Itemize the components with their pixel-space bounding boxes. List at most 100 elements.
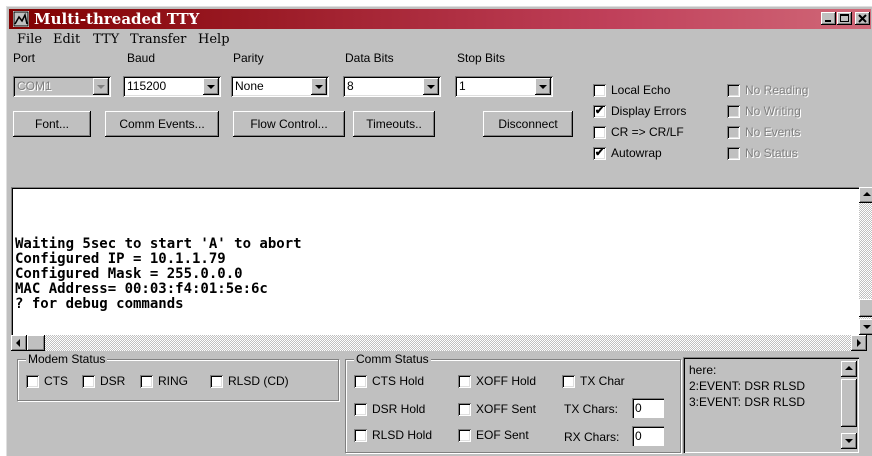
timeouts-button[interactable]: Timeouts.. — [353, 111, 435, 137]
checkbox-label: XOFF Hold — [476, 374, 537, 388]
checkbox-box[interactable] — [354, 403, 367, 416]
parity-select[interactable]: None — [231, 76, 329, 97]
terminal-text: Waiting 5sec to start 'A' to abort Config… — [15, 237, 302, 312]
baud-select[interactable]: 115200 — [123, 76, 221, 97]
baud-value: 115200 — [127, 79, 167, 93]
chevron-down-icon[interactable] — [535, 78, 551, 95]
close-button[interactable] — [855, 12, 870, 25]
tx-chars-label: TX Chars: — [564, 402, 619, 416]
checkbox-label: No Writing — [745, 104, 801, 118]
stop-bits-select[interactable]: 1 — [455, 76, 553, 97]
checkbox-label: Local Echo — [611, 83, 671, 97]
checkbox-box[interactable] — [354, 429, 367, 442]
checkbox-label: CR => CR/LF — [611, 125, 684, 139]
comm-events-button[interactable]: Comm Events... — [105, 111, 219, 137]
modem-status-title: Modem Status — [26, 352, 108, 366]
checkbox-box[interactable] — [458, 403, 471, 416]
baud-label: Baud — [127, 51, 156, 65]
port-label: Port — [13, 51, 36, 65]
status-area: Modem Status CTS DSR RING RLSD (CD) Comm… — [11, 351, 869, 455]
parity-label: Parity — [233, 51, 264, 65]
scroll-down-icon[interactable] — [841, 433, 857, 449]
maximize-button[interactable] — [837, 12, 852, 25]
chevron-down-icon[interactable] — [203, 78, 219, 95]
check-mark-icon[interactable]: ✔ — [593, 147, 606, 160]
checkbox-label: DSR Hold — [372, 402, 426, 416]
checkbox-box — [727, 147, 740, 160]
scroll-thumb[interactable] — [27, 335, 45, 351]
checkbox-label: RLSD (CD) — [228, 374, 289, 388]
check-mark-icon[interactable]: ✔ — [593, 105, 606, 118]
scroll-thumb[interactable] — [841, 379, 857, 427]
checkbox-box[interactable] — [562, 375, 575, 388]
app-icon — [13, 11, 29, 27]
checkbox-box[interactable] — [26, 375, 39, 388]
terminal-line: Configured IP = 10.1.1.79 — [15, 251, 226, 267]
checkbox-box[interactable] — [140, 375, 153, 388]
event-line: 2:EVENT: DSR RLSD — [689, 379, 806, 393]
menu-file[interactable]: File — [17, 32, 42, 47]
scroll-down-icon[interactable] — [859, 319, 872, 335]
comm-status-group: Comm Status CTS Hold XOFF Hold TX Char D… — [345, 352, 681, 453]
menu-bar: File Edit TTY Transfer Help — [9, 30, 871, 49]
port-value: COM1 — [17, 79, 52, 93]
checkbox-box[interactable] — [210, 375, 223, 388]
main-window: Multi-threaded TTY File Edit TTY Transfe… — [6, 6, 872, 456]
event-line: 3:EVENT: DSR RLSD — [689, 395, 806, 409]
rx-chars-label: RX Chars: — [564, 430, 620, 444]
checkbox-box[interactable] — [593, 84, 606, 97]
minimize-icon — [825, 20, 831, 22]
stop-bits-label: Stop Bits — [457, 51, 506, 65]
checkbox-box[interactable] — [354, 375, 367, 388]
data-bits-value: 8 — [347, 79, 354, 93]
chevron-down-icon — [93, 78, 109, 95]
chevron-down-icon[interactable] — [423, 78, 439, 95]
data-bits-label: Data Bits — [345, 51, 394, 65]
terminal-line: Configured Mask = 255.0.0.0 — [15, 266, 243, 282]
scroll-up-icon[interactable] — [841, 361, 857, 377]
disconnect-button[interactable]: Disconnect — [483, 111, 573, 137]
font-button[interactable]: Font... — [13, 111, 91, 137]
checkbox-label: DSR — [100, 374, 126, 388]
title-bar[interactable]: Multi-threaded TTY — [9, 9, 871, 29]
scroll-left-icon[interactable] — [11, 335, 27, 351]
port-select[interactable]: COM1 — [13, 76, 111, 97]
menu-edit[interactable]: Edit — [53, 32, 80, 47]
checkbox-label: No Events — [745, 125, 801, 139]
scroll-right-icon[interactable] — [851, 335, 867, 351]
terminal-horizontal-scrollbar[interactable] — [11, 335, 867, 351]
comm-status-title: Comm Status — [354, 352, 431, 366]
checkbox-label: TX Char — [580, 374, 625, 388]
chevron-down-icon[interactable] — [311, 78, 327, 95]
terminal-output[interactable]: Waiting 5sec to start 'A' to abort Config… — [11, 187, 872, 335]
checkbox-box[interactable] — [82, 375, 95, 388]
checkbox-box[interactable] — [458, 375, 471, 388]
checkbox-label: RLSD Hold — [372, 428, 433, 442]
stop-bits-value: 1 — [459, 79, 466, 93]
close-icon — [858, 14, 867, 23]
checkbox-label: CTS — [44, 374, 68, 388]
scroll-thumb[interactable] — [859, 299, 872, 317]
checkbox-label: Autowrap — [611, 146, 662, 160]
checkbox-box[interactable] — [458, 429, 471, 442]
scroll-up-icon[interactable] — [859, 187, 872, 203]
minimize-button[interactable] — [821, 12, 836, 25]
menu-tty[interactable]: TTY — [93, 32, 119, 47]
checkbox-label: CTS Hold — [372, 374, 425, 388]
data-bits-select[interactable]: 8 — [343, 76, 441, 97]
terminal-line: ? for debug commands — [15, 296, 184, 312]
terminal-vertical-scrollbar[interactable] — [859, 187, 872, 335]
checkbox-box[interactable] — [593, 126, 606, 139]
event-log[interactable]: here: 2:EVENT: DSR RLSD 3:EVENT: DSR RLS… — [683, 357, 859, 453]
menu-transfer[interactable]: Transfer — [130, 32, 186, 47]
checkbox-box — [727, 105, 740, 118]
menu-help[interactable]: Help — [198, 32, 230, 47]
checkbox-label: XOFF Sent — [476, 402, 537, 416]
event-line: here: — [689, 363, 717, 377]
window-title: Multi-threaded TTY — [34, 10, 200, 28]
tx-chars-field: 0 — [632, 398, 664, 418]
flow-control-button[interactable]: Flow Control... — [233, 111, 345, 137]
parity-value: None — [235, 79, 264, 93]
checkbox-label: Display Errors — [611, 104, 687, 118]
checkbox-label: No Status — [745, 146, 798, 160]
